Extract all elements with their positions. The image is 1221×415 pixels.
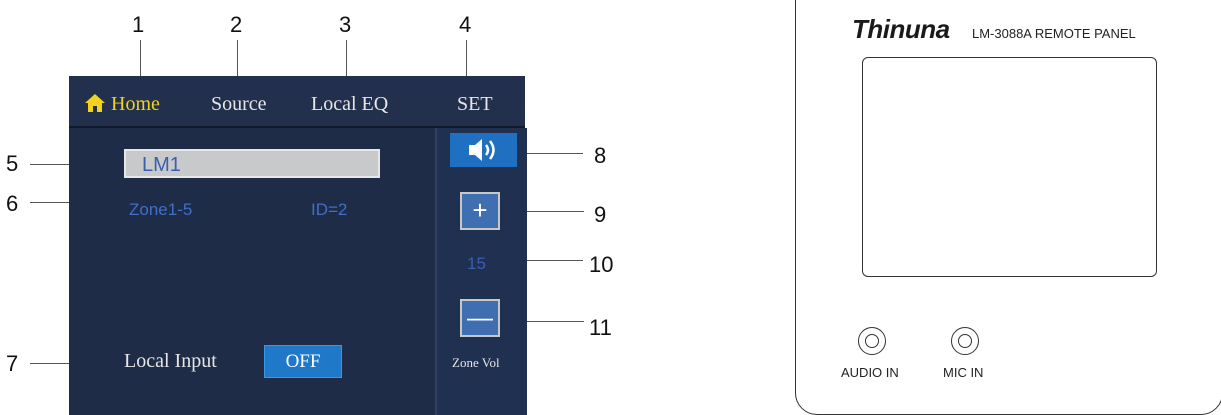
mute-button[interactable] xyxy=(450,133,517,167)
callout-5: 5 xyxy=(6,151,19,176)
mic-in-jack xyxy=(951,327,979,355)
callout-9: 9 xyxy=(594,202,607,227)
callout-1: 1 xyxy=(132,12,145,37)
callout-2: 2 xyxy=(230,12,243,37)
volume-value: 15 xyxy=(467,254,486,273)
volume-up-button[interactable]: + xyxy=(460,192,500,230)
audio-in-jack xyxy=(858,327,886,355)
callout-11: 11 xyxy=(589,315,612,340)
tab-home[interactable]: Home xyxy=(111,93,160,116)
device-id-text: ID=2 xyxy=(311,200,348,219)
tab-home-label: Home xyxy=(111,93,160,115)
callout-3: 3 xyxy=(339,12,352,37)
callout-6: 6 xyxy=(6,191,19,216)
callout-4: 4 xyxy=(459,12,472,37)
zone-vol-label: Zone Vol xyxy=(452,355,500,370)
device-name-value: LM1 xyxy=(142,154,181,176)
top-nav-bar: Home Source Local EQ SET xyxy=(69,76,525,128)
tab-local-eq-label: Local EQ xyxy=(311,93,389,115)
zone-text: Zone1-5 xyxy=(129,200,193,219)
callout-10: 10 xyxy=(589,252,614,277)
callout-7: 7 xyxy=(6,351,19,376)
mic-in-label: MIC IN xyxy=(943,365,984,380)
home-icon[interactable] xyxy=(84,92,106,114)
model-label: LM-3088A REMOTE PANEL xyxy=(972,26,1136,41)
tab-local-eq[interactable]: Local EQ xyxy=(311,93,388,116)
speaker-icon xyxy=(469,139,495,161)
callout-8: 8 xyxy=(594,143,607,168)
touch-screen: Home Source Local EQ SET LM1 Zone1-5 ID=… xyxy=(69,76,527,415)
brand-logo: Thinuna xyxy=(852,14,950,44)
local-input-toggle-button[interactable]: OFF xyxy=(264,345,342,378)
local-input-label: Local Input xyxy=(124,350,217,372)
tab-set-label: SET xyxy=(457,93,493,115)
lcd-screen-area xyxy=(862,57,1157,277)
device-name-field[interactable]: LM1 xyxy=(124,149,380,178)
audio-in-label: AUDIO IN xyxy=(841,365,899,380)
tab-set[interactable]: SET xyxy=(457,93,493,116)
tab-source-label: Source xyxy=(211,93,267,115)
volume-down-button[interactable]: — xyxy=(460,299,500,337)
tab-source[interactable]: Source xyxy=(211,93,267,116)
